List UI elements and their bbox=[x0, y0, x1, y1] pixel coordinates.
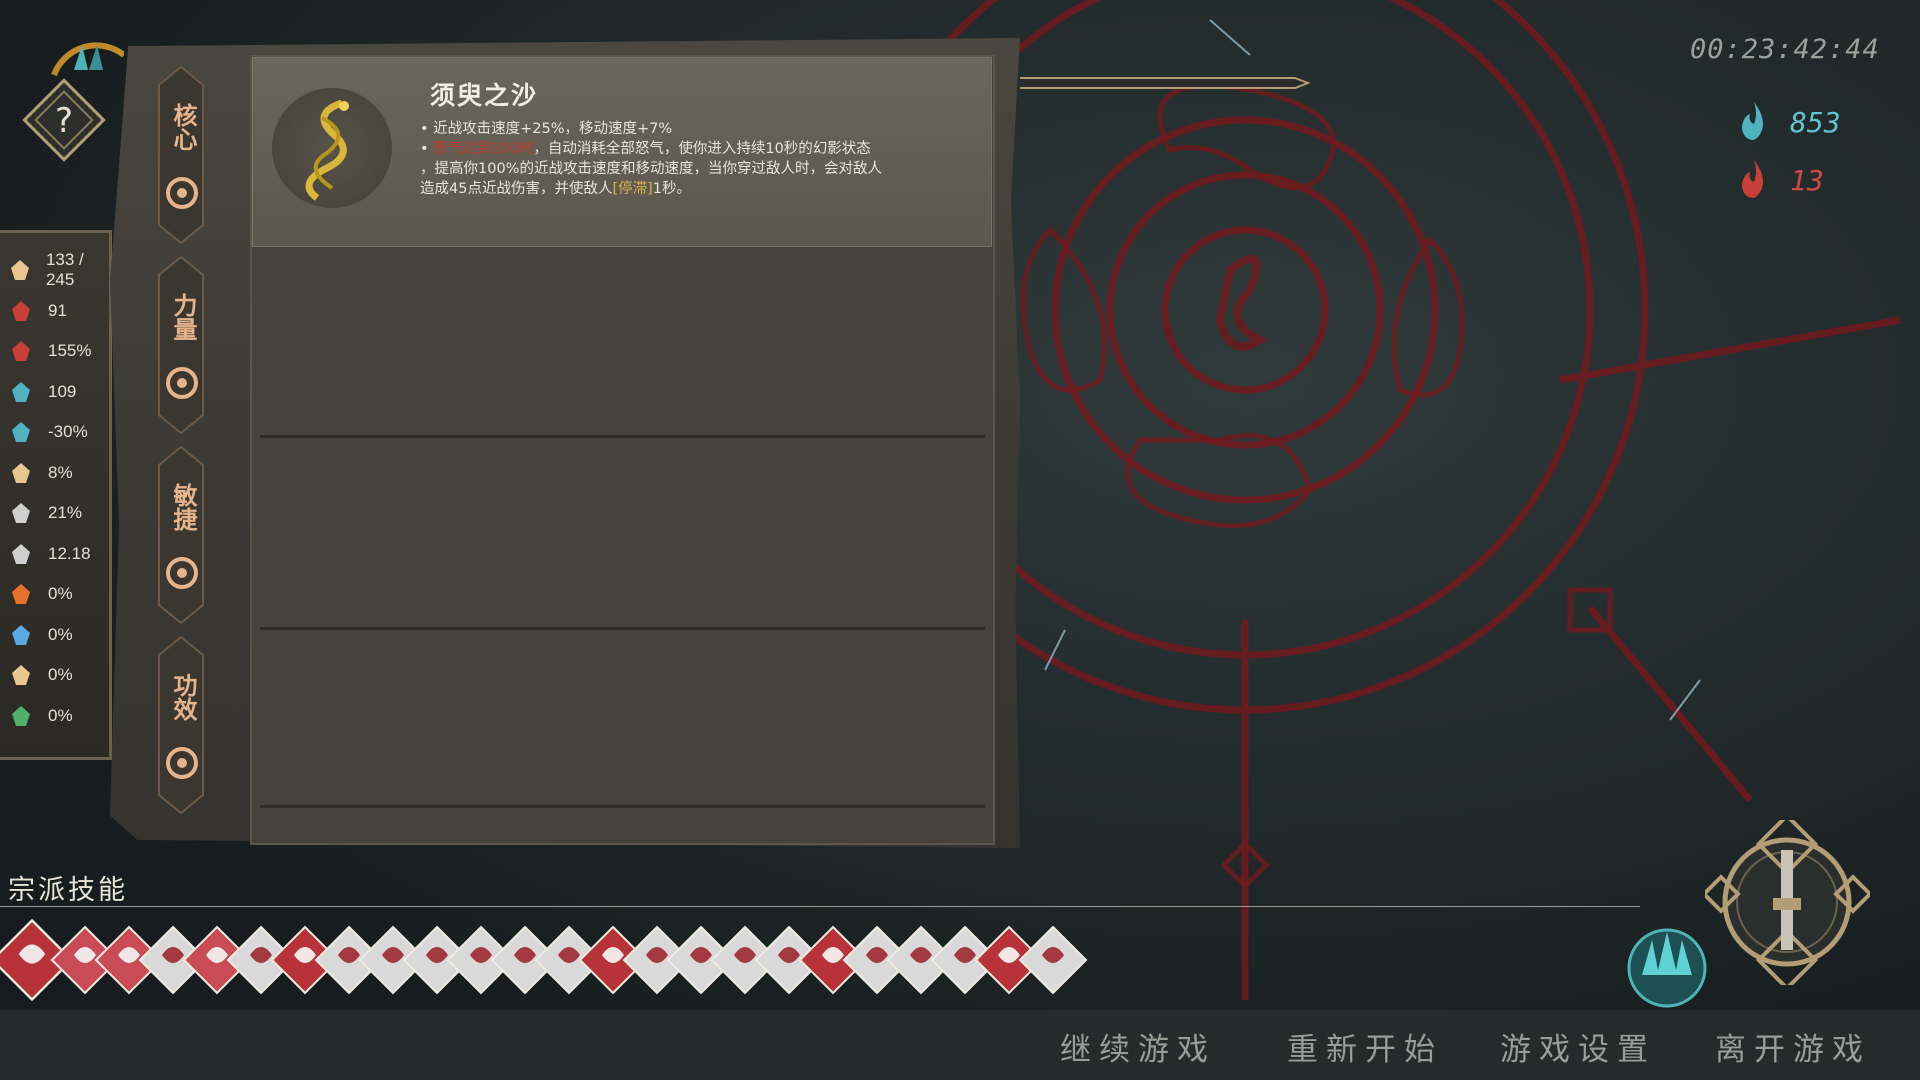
quit-game-button[interactable]: 离开游戏 bbox=[1715, 1024, 1871, 1069]
category-label: 功效 bbox=[169, 673, 198, 721]
skill-desc-line-4: 造成45点近战伤害，并使敌人[停滞]1秒。 bbox=[420, 181, 692, 197]
boot-speed-icon bbox=[6, 539, 36, 569]
stat-value: -30% bbox=[48, 422, 88, 441]
tab-frame bbox=[158, 255, 204, 435]
heart-icon bbox=[6, 255, 34, 285]
stat-row: 0% bbox=[0, 655, 112, 695]
stat-value: 155% bbox=[48, 341, 92, 360]
swirl-icon bbox=[166, 177, 198, 209]
skill-desc-line-2: • 怒气达到100时，自动消耗全部怒气，使你进入持续10秒的幻影状态 bbox=[420, 141, 871, 157]
category-label: 核心 bbox=[169, 103, 198, 151]
restart-game-button[interactable]: 重新开始 bbox=[1287, 1024, 1443, 1069]
soul-flame-icon bbox=[1742, 102, 1763, 140]
game-settings-button[interactable]: 游戏设置 bbox=[1500, 1024, 1656, 1069]
stat-value: 12.18 bbox=[48, 543, 91, 563]
skill-desc-line-3: ，提高你100%的近战攻击速度和移动速度，当你穿过敌人时，会对敌人 bbox=[420, 161, 882, 177]
stat-row: 12.18 bbox=[0, 534, 112, 574]
stat-value: 0% bbox=[48, 584, 73, 603]
stat-row: 0% bbox=[0, 615, 112, 655]
question-mark-icon: ? bbox=[55, 101, 73, 141]
crit-icon bbox=[6, 458, 36, 488]
tab-frame bbox=[158, 445, 204, 625]
category-label: 敏捷 bbox=[169, 483, 198, 531]
progress-bar-frame bbox=[1020, 77, 1310, 89]
stat-value: 0% bbox=[48, 665, 73, 684]
sect-skills-title: 宗派技能 bbox=[8, 875, 128, 906]
lightning-icon bbox=[6, 660, 36, 690]
ranged-attack-icon bbox=[6, 377, 36, 407]
stat-value: 0% bbox=[48, 624, 73, 644]
slot-divider bbox=[260, 805, 985, 808]
stat-value: 133 / 245 bbox=[45, 250, 84, 289]
category-tab[interactable]: 力量 bbox=[155, 255, 207, 435]
soul-count: 853 bbox=[1790, 106, 1841, 139]
stat-row: -30% bbox=[0, 412, 112, 452]
stat-value: 109 bbox=[48, 381, 77, 401]
stat-row: 133 / 245 bbox=[0, 250, 112, 290]
shield-icon bbox=[6, 498, 36, 528]
blood-flame-icon bbox=[1742, 160, 1763, 198]
skill-desc-highlight-red: 怒气达到100时 bbox=[433, 141, 534, 157]
category-tab[interactable]: 敏捷 bbox=[155, 445, 207, 625]
sect-divider bbox=[0, 906, 1640, 907]
stat-row: 21% bbox=[0, 493, 112, 533]
sect-emblem-icon[interactable] bbox=[1620, 920, 1715, 1010]
attack-speed-icon bbox=[6, 336, 36, 366]
stat-row: 0% bbox=[0, 574, 112, 614]
continue-game-button[interactable]: 继续游戏 bbox=[1060, 1024, 1216, 1069]
stat-row: 155% bbox=[0, 331, 112, 371]
tab-frame bbox=[158, 635, 204, 815]
skill-desc-highlight-yellow: [停滞] bbox=[612, 181, 653, 197]
slot-divider bbox=[260, 627, 985, 630]
stat-row: 91 bbox=[0, 291, 112, 331]
blood-count: 13 bbox=[1790, 164, 1824, 197]
poison-icon bbox=[6, 701, 36, 731]
ranged-speed-icon bbox=[6, 417, 36, 447]
stat-value: 91 bbox=[48, 300, 67, 320]
fist-icon bbox=[166, 367, 198, 399]
category-tab[interactable]: 核心 bbox=[155, 65, 207, 245]
tab-frame bbox=[158, 65, 204, 245]
running-icon bbox=[166, 557, 198, 589]
skill-desc-line-1: • 近战攻击速度+25%，移动速度+7% bbox=[420, 121, 673, 137]
sect-skill-bar bbox=[0, 918, 1088, 1002]
leaf-icon bbox=[166, 747, 198, 779]
stat-row: 0% bbox=[0, 696, 112, 736]
frost-icon bbox=[6, 620, 36, 650]
fire-icon bbox=[6, 579, 36, 609]
stat-row: 109 bbox=[0, 372, 112, 412]
claw-attack-icon bbox=[6, 296, 36, 326]
category-tabs: 核心 力量 敏捷 功效 bbox=[155, 65, 215, 815]
stat-value: 0% bbox=[48, 705, 73, 725]
skill-icon-frame bbox=[272, 88, 392, 208]
category-tab[interactable]: 功效 bbox=[155, 635, 207, 815]
run-timer: 00:23:42:44 bbox=[1690, 34, 1880, 65]
stat-value: 8% bbox=[48, 462, 73, 482]
category-label: 力量 bbox=[169, 293, 198, 341]
stat-row: 8% bbox=[0, 453, 112, 493]
weapon-emblem[interactable] bbox=[1705, 820, 1870, 985]
sect-skill-icon[interactable] bbox=[1018, 918, 1088, 1002]
help-button[interactable]: ? bbox=[14, 40, 126, 170]
skill-title: 须臾之沙 bbox=[430, 81, 539, 110]
golden-serpent-icon bbox=[305, 99, 349, 201]
stat-value: 21% bbox=[48, 503, 83, 522]
slot-divider bbox=[260, 435, 985, 438]
